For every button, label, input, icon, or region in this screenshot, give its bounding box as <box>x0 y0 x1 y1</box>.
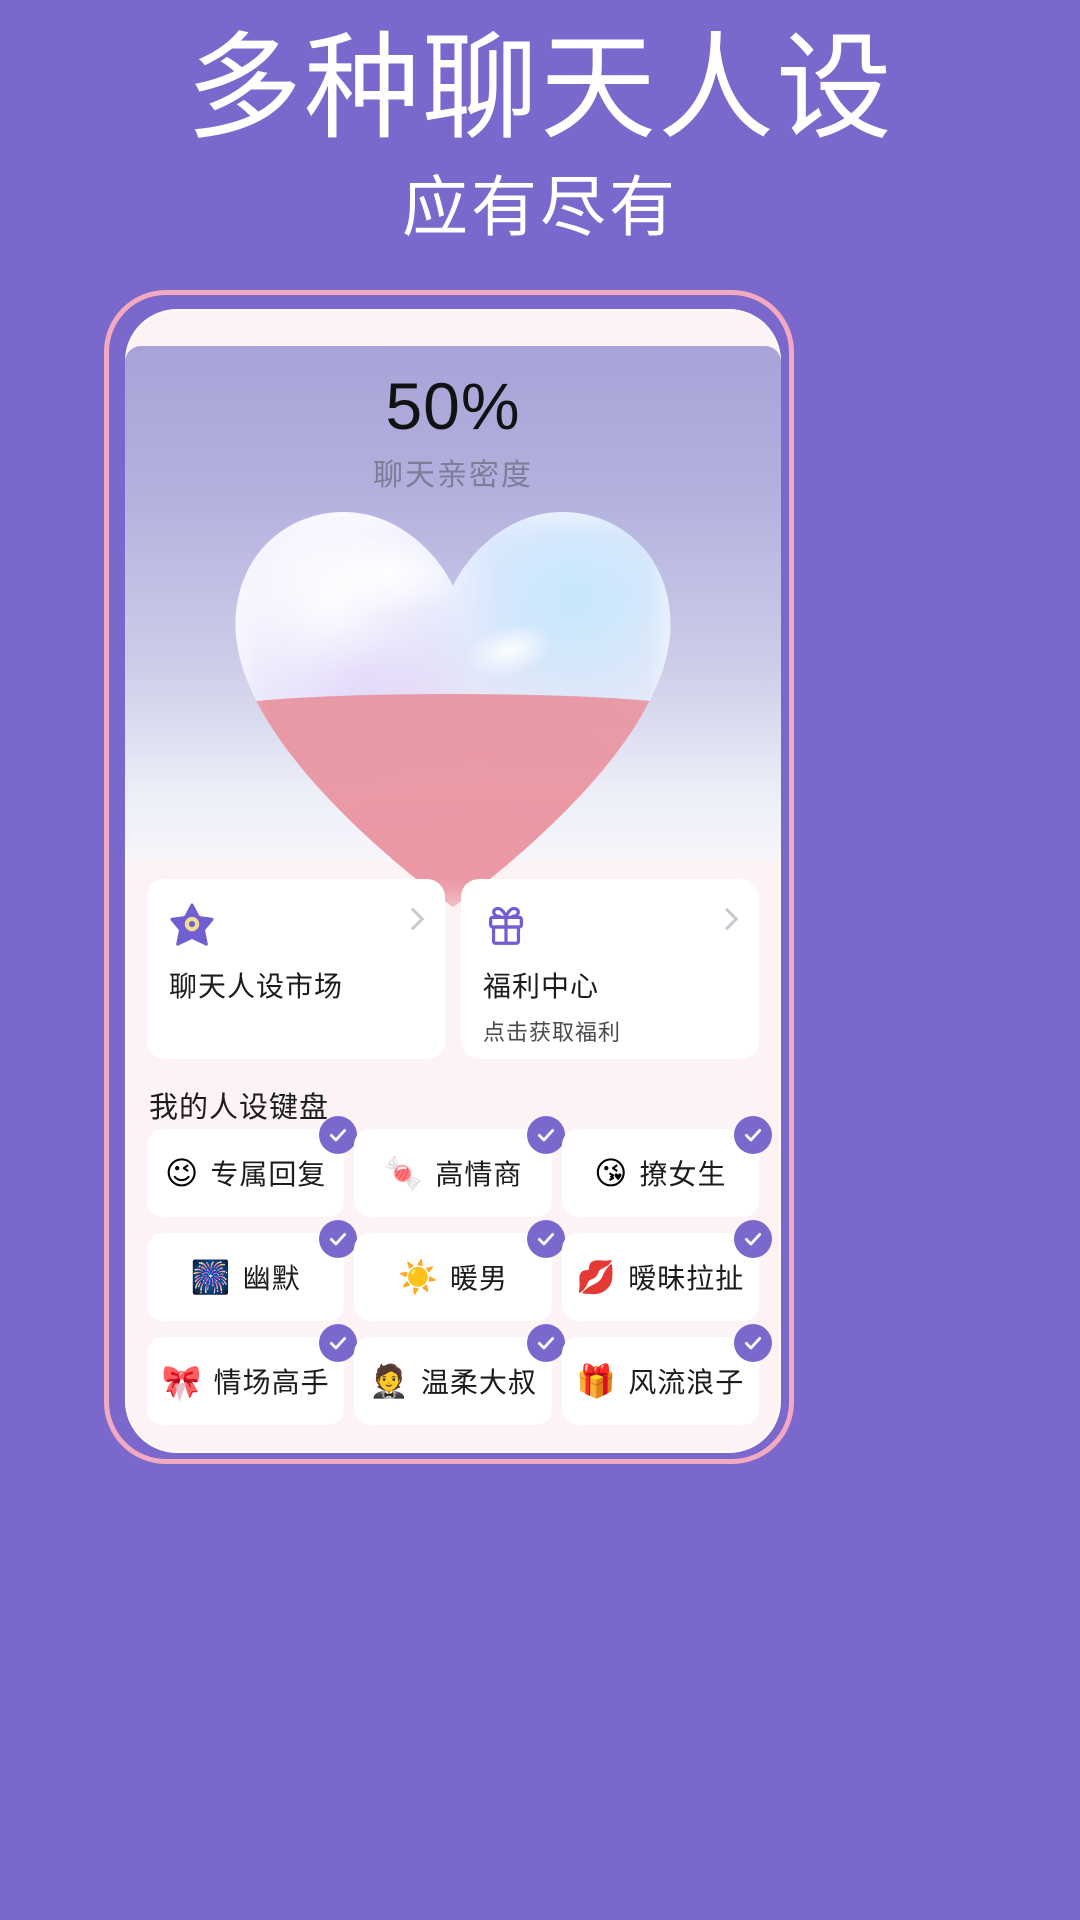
persona-label: 暖男 <box>449 1263 508 1294</box>
persona-chip[interactable]: 🤵 温柔大叔 <box>354 1324 565 1425</box>
persona-emoji-icon: 💋 <box>576 1259 617 1295</box>
intimacy-hero-panel: 50% 聊天亲密度 <box>125 346 781 861</box>
persona-chip-grid: 😉 专属回复 🍬 高情商 😘 撩女生 🎆 幽默 ☀️ 暖男 💋 暧昧拉扯 🎀 情… <box>147 1116 772 1425</box>
chevron-right-icon <box>401 907 425 931</box>
check-icon[interactable] <box>319 1324 358 1362</box>
persona-emoji-icon: ☀️ <box>398 1259 438 1295</box>
persona-label: 情场高手 <box>213 1367 330 1398</box>
gift-icon <box>483 903 529 949</box>
persona-chip[interactable]: 😉 专属回复 <box>147 1116 358 1217</box>
entry-card-welfare[interactable]: 福利中心 点击获取福利 <box>461 879 759 1059</box>
persona-label: 风流浪子 <box>628 1367 745 1398</box>
persona-label: 温柔大叔 <box>420 1367 537 1398</box>
persona-label: 专属回复 <box>210 1159 327 1190</box>
check-icon[interactable] <box>733 1324 772 1362</box>
persona-chip[interactable]: 😘 撩女生 <box>561 1116 772 1217</box>
heart-icon <box>236 512 671 907</box>
persona-label: 暧昧拉扯 <box>628 1263 745 1294</box>
persona-emoji-icon: 😉 <box>164 1155 199 1191</box>
entry-card-row: 聊天人设市场 福利中心 点击获取福利 <box>147 879 759 1059</box>
promo-header: 多种聊天人设 应有尽有 <box>0 0 1080 290</box>
persona-label: 撩女生 <box>639 1159 727 1190</box>
star-icon <box>169 903 215 949</box>
check-icon[interactable] <box>319 1220 358 1258</box>
check-icon[interactable] <box>733 1116 772 1154</box>
heart-gauge <box>236 512 671 907</box>
check-icon[interactable] <box>733 1220 772 1258</box>
persona-chip[interactable]: 🎁 风流浪子 <box>561 1324 772 1425</box>
persona-chip[interactable]: 🎆 幽默 <box>147 1220 358 1321</box>
persona-emoji-icon: 🎁 <box>576 1363 617 1399</box>
persona-chip[interactable]: 🍬 高情商 <box>354 1116 565 1217</box>
check-icon[interactable] <box>526 1116 565 1154</box>
entry-card-subtitle: 点击获取福利 <box>483 1020 622 1045</box>
promo-title: 多种聊天人设 <box>186 23 894 153</box>
persona-chip[interactable]: ☀️ 暖男 <box>354 1220 565 1321</box>
persona-emoji-icon: 😘 <box>594 1155 628 1191</box>
entry-card-market[interactable]: 聊天人设市场 <box>147 879 445 1059</box>
check-icon[interactable] <box>526 1220 565 1258</box>
entry-card-title: 福利中心 <box>483 971 600 1002</box>
persona-label: 幽默 <box>242 1263 301 1294</box>
persona-chip[interactable]: 💋 暧昧拉扯 <box>561 1220 772 1321</box>
intimacy-label: 聊天亲密度 <box>373 459 533 492</box>
promo-subtitle: 应有尽有 <box>402 169 678 244</box>
persona-label: 高情商 <box>435 1159 523 1190</box>
phone-frame: 50% 聊天亲密度 聊天人设市场 福利中心 点击获取福利 我的人设键盘 😉 专属… <box>104 290 794 1464</box>
persona-emoji-icon: 🤵 <box>369 1363 409 1399</box>
persona-emoji-icon: 🎆 <box>190 1259 231 1295</box>
entry-card-title: 聊天人设市场 <box>169 971 344 1002</box>
phone-screen: 50% 聊天亲密度 聊天人设市场 福利中心 点击获取福利 我的人设键盘 😉 专属… <box>125 309 781 1453</box>
persona-emoji-icon: 🍬 <box>383 1155 424 1191</box>
persona-chip[interactable]: 🎀 情场高手 <box>147 1324 358 1425</box>
intimacy-percent: 50% <box>385 369 521 443</box>
check-icon[interactable] <box>319 1116 358 1154</box>
check-icon[interactable] <box>526 1324 565 1362</box>
heart-rim-highlight <box>236 512 671 907</box>
keyboard-section-title: 我的人设键盘 <box>149 1092 330 1124</box>
chevron-right-icon <box>715 907 739 931</box>
